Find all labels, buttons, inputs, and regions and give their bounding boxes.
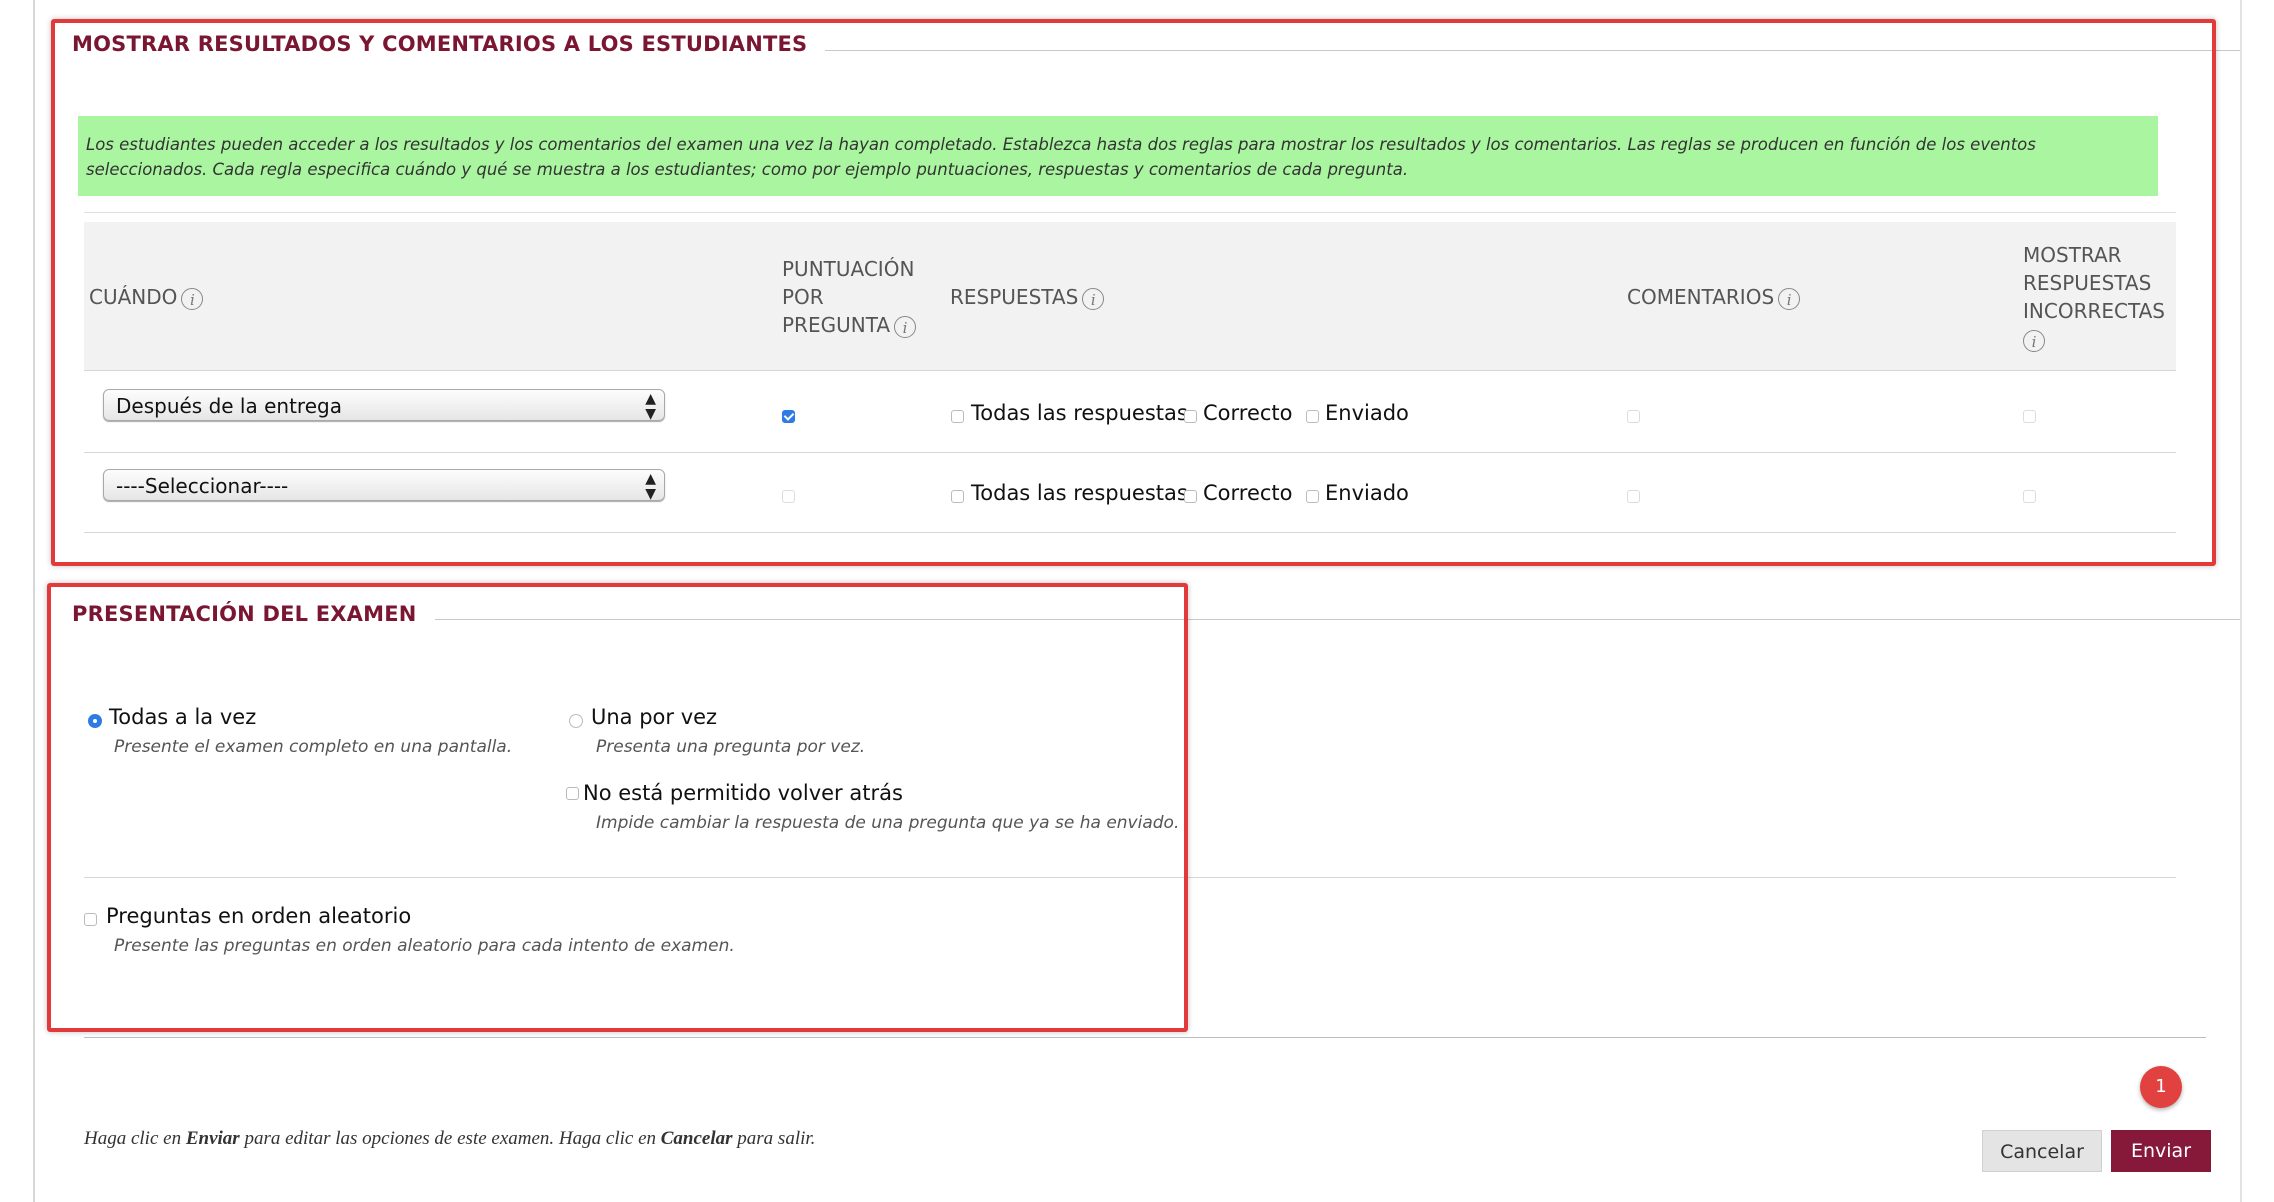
step-badge: 1 bbox=[2140, 1066, 2182, 1108]
page-right-border bbox=[2240, 0, 2242, 1202]
footer-instructions: Haga clic en Enviar para editar las opci… bbox=[84, 1128, 816, 1149]
submit-button[interactable]: Enviar bbox=[2111, 1130, 2211, 1172]
page-left-border bbox=[33, 0, 35, 1202]
results-highlight-box bbox=[51, 19, 2216, 566]
footer-divider bbox=[84, 1037, 2206, 1038]
cancel-button[interactable]: Cancelar bbox=[1982, 1130, 2102, 1172]
presentation-highlight-box bbox=[47, 583, 1188, 1032]
